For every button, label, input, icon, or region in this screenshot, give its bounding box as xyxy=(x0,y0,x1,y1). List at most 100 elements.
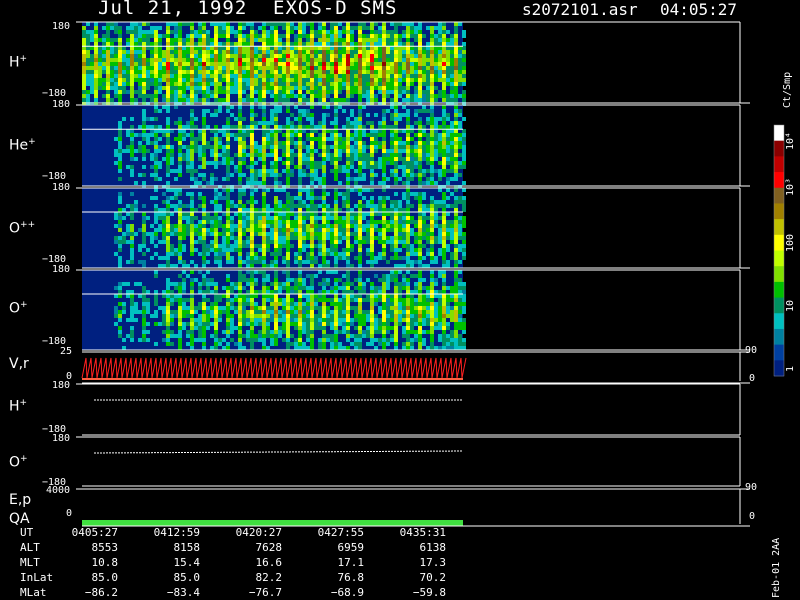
heatmap-cell xyxy=(134,70,138,74)
heatmap-cell xyxy=(458,70,462,74)
heatmap-cell xyxy=(178,192,182,196)
heatmap-cell xyxy=(118,196,122,200)
heatmap-cell xyxy=(398,177,402,181)
heatmap-cell xyxy=(390,50,394,54)
heatmap-cell xyxy=(194,240,198,244)
heatmap-cell xyxy=(394,22,398,26)
heatmap-cell xyxy=(394,74,398,78)
heatmap-cell xyxy=(390,113,394,117)
heatmap-cell xyxy=(274,22,278,26)
heatmap-cell xyxy=(398,50,402,54)
heatmap-cell xyxy=(362,310,366,314)
heatmap-cell xyxy=(118,78,122,82)
heatmap-cell xyxy=(318,165,322,169)
heatmap-cell xyxy=(122,50,126,54)
heatmap-cell xyxy=(94,74,98,78)
heatmap-cell xyxy=(430,109,434,113)
heatmap-cell xyxy=(462,216,466,220)
heatmap-cell xyxy=(422,34,426,38)
heatmap-cell xyxy=(298,125,302,129)
heatmap-cell xyxy=(422,149,426,153)
heatmap-cell xyxy=(450,177,454,181)
heatmap-cell xyxy=(442,149,446,153)
heatmap-cell xyxy=(114,30,118,34)
heatmap-cell xyxy=(334,290,338,294)
heatmap-cell xyxy=(402,228,406,232)
heatmap-cell xyxy=(202,240,206,244)
heatmap-cell xyxy=(286,220,290,224)
heatmap-cell xyxy=(398,248,402,252)
heatmap-cell xyxy=(202,121,206,125)
heatmap-cell xyxy=(94,82,98,86)
heatmap-cell xyxy=(374,204,378,208)
heatmap-cell xyxy=(358,22,362,26)
heatmap-cell xyxy=(194,228,198,232)
heatmap-cell xyxy=(378,141,382,145)
heatmap-cell xyxy=(146,22,150,26)
heatmap-cell xyxy=(402,224,406,228)
heatmap-cell xyxy=(114,322,118,326)
heatmap-cell xyxy=(402,105,406,109)
heatmap-cell xyxy=(302,169,306,173)
heatmap-cell xyxy=(394,137,398,141)
heatmap-cell xyxy=(290,322,294,326)
heatmap-cell xyxy=(274,232,278,236)
heatmap-cell xyxy=(370,200,374,204)
heatmap-cell xyxy=(394,133,398,137)
heatmap-cell xyxy=(462,248,466,252)
heatmap-cell xyxy=(202,228,206,232)
heatmap-cell xyxy=(426,26,430,30)
heatmap-cell xyxy=(118,216,122,220)
heatmap-cell xyxy=(318,232,322,236)
heatmap-cell xyxy=(202,264,206,268)
heatmap-cell xyxy=(322,42,326,46)
heatmap-cell xyxy=(390,117,394,121)
heatmap-cell xyxy=(454,264,458,268)
heatmap-cell xyxy=(402,86,406,90)
heatmap-cell xyxy=(210,278,214,282)
heatmap-cell xyxy=(386,286,390,290)
heatmap-cell xyxy=(146,125,150,129)
heatmap-cell xyxy=(270,66,274,70)
heatmap-cell xyxy=(250,342,254,346)
heatmap-cell xyxy=(422,105,426,109)
heatmap-cell xyxy=(162,294,166,298)
heatmap-cell xyxy=(154,290,158,294)
heatmap-cell xyxy=(306,310,310,314)
heatmap-cell xyxy=(314,274,318,278)
heatmap-cell xyxy=(154,216,158,220)
heatmap-cell xyxy=(358,322,362,326)
heatmap-cell xyxy=(254,338,258,342)
heatmap-cell xyxy=(354,240,358,244)
heatmap-cell xyxy=(454,30,458,34)
heatmap-cell xyxy=(322,22,326,26)
heatmap-cell xyxy=(266,290,270,294)
heatmap-cell xyxy=(258,121,262,125)
heatmap-cell xyxy=(254,260,258,264)
heatmap-cell xyxy=(406,181,410,185)
heatmap-cell xyxy=(254,220,258,224)
heatmap-cell xyxy=(270,82,274,86)
heatmap-cell xyxy=(230,236,234,240)
heatmap-cell xyxy=(122,62,126,66)
heatmap-cell xyxy=(186,157,190,161)
heatmap-cell xyxy=(190,50,194,54)
heatmap-cell xyxy=(394,220,398,224)
heatmap-cell xyxy=(322,181,326,185)
heatmap-cell xyxy=(350,290,354,294)
heatmap-cell xyxy=(386,260,390,264)
heatmap-cell xyxy=(90,54,94,58)
heatmap-cell xyxy=(290,302,294,306)
heatmap-cell xyxy=(234,66,238,70)
heatmap-cell xyxy=(202,125,206,129)
heatmap-cell xyxy=(410,216,414,220)
heatmap-cell xyxy=(454,153,458,157)
heatmap-cell xyxy=(294,70,298,74)
heatmap-cell xyxy=(314,204,318,208)
heatmap-cell xyxy=(202,161,206,165)
heatmap-cell xyxy=(158,212,162,216)
heatmap-cell xyxy=(154,298,158,302)
heatmap-cell xyxy=(410,260,414,264)
heatmap-cell xyxy=(350,90,354,94)
heatmap-cell xyxy=(318,310,322,314)
